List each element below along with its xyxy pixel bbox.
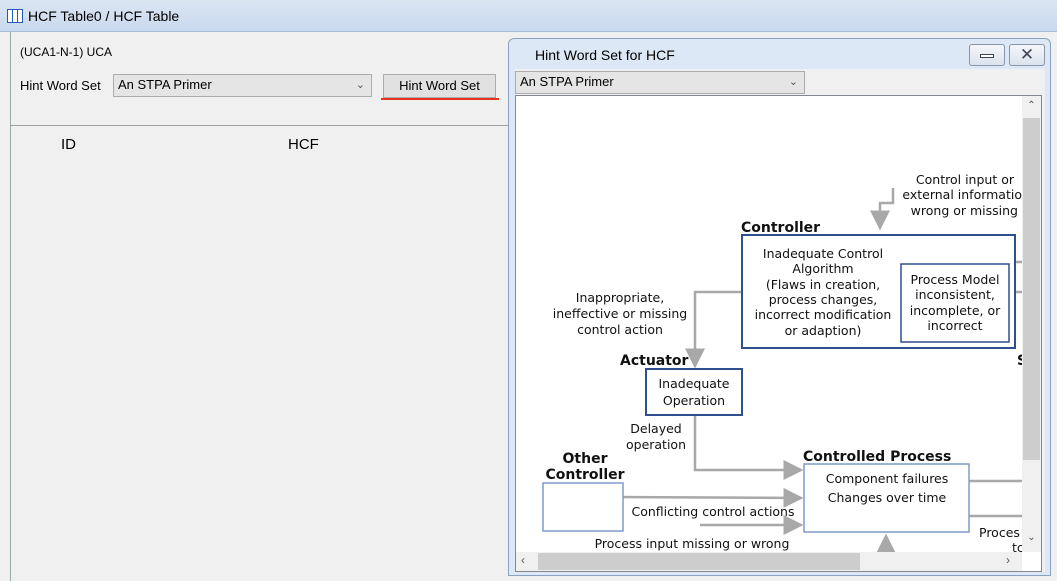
- other-controller-title: Other: [563, 451, 608, 467]
- diagram-text: Inadequate: [658, 376, 729, 391]
- table-icon: [7, 9, 23, 23]
- actuator-title: Actuator: [620, 353, 689, 369]
- hcf-table: ID HCF: [10, 125, 510, 581]
- minimize-button[interactable]: [969, 44, 1005, 66]
- chevron-down-icon: ⌄: [788, 76, 798, 88]
- dialog-hint-set-select[interactable]: An STPA Primer ⌄: [515, 71, 805, 94]
- scroll-up-icon[interactable]: ⌃: [1022, 96, 1041, 118]
- hint-word-set-value: An STPA Primer: [118, 77, 212, 92]
- close-button[interactable]: ✕: [1009, 44, 1045, 66]
- diagram-text: or adaption): [785, 323, 862, 338]
- diagram-text: external informatio: [902, 187, 1022, 202]
- column-header-id[interactable]: ID: [61, 136, 76, 153]
- minimize-icon: [980, 54, 994, 58]
- scroll-left-icon[interactable]: ‹: [521, 553, 525, 567]
- scroll-thumb[interactable]: [1023, 118, 1040, 460]
- arrow: [870, 188, 895, 231]
- chevron-down-icon: ⌄: [355, 79, 365, 91]
- hint-word-set-label: Hint Word Set: [20, 78, 101, 93]
- diagram-text: operation: [626, 437, 686, 452]
- diagram-text: Delayed: [630, 421, 681, 436]
- controller-title: Controller: [741, 220, 820, 236]
- diagram-text: process changes,: [769, 292, 878, 307]
- controlled-process-title: Controlled Process: [803, 449, 951, 465]
- diagram-text: ineffective or missing: [553, 306, 687, 321]
- diagram-text: Process input missing or wrong: [595, 536, 790, 551]
- vertical-scrollbar[interactable]: ⌃ ⌄: [1022, 96, 1041, 552]
- diagram-text: Algorithm: [792, 261, 853, 276]
- close-icon: ✕: [1019, 45, 1035, 64]
- diagram-text: Inadequate Control: [763, 246, 883, 261]
- window-title: HCF Table0 / HCF Table: [28, 8, 180, 24]
- column-header-hcf[interactable]: HCF: [288, 136, 319, 153]
- diagram-text: Component failures: [826, 471, 949, 486]
- diagram-text: (Flaws in creation,: [766, 277, 880, 292]
- diagram-text: inconsistent,: [915, 287, 995, 302]
- window-titlebar: HCF Table0 / HCF Table: [0, 0, 1057, 32]
- dialog-hint-set-value: An STPA Primer: [520, 74, 614, 89]
- other-controller-title: Controller: [545, 467, 624, 483]
- arrow: [693, 415, 804, 480]
- arrow: [685, 290, 742, 369]
- active-underline: [381, 98, 499, 100]
- diagram-text: incorrect: [927, 318, 982, 333]
- diagram-text: Process Model: [911, 272, 1000, 287]
- arrow: [622, 487, 804, 508]
- diagram-text: control action: [577, 322, 663, 337]
- diagram-text: Inappropriate,: [576, 290, 664, 305]
- diagram-text: tc: [1012, 540, 1022, 552]
- diagram-text: wrong or missing: [911, 203, 1018, 218]
- stpa-diagram: Control input or external informatio wro…: [542, 172, 1022, 552]
- diagram-text: Conflicting control actions: [631, 504, 794, 519]
- diagram-viewport: Control input or external informatio wro…: [515, 95, 1042, 572]
- hint-word-set-button[interactable]: Hint Word Set: [383, 74, 496, 98]
- diagram-text: incomplete, or: [910, 303, 1001, 318]
- horizontal-scrollbar[interactable]: ‹ ›: [516, 552, 1022, 571]
- diagram-text: Operation: [663, 393, 725, 408]
- diagram-text: Proces: [979, 525, 1020, 540]
- uca-label: (UCA1-N-1) UCA: [20, 45, 113, 59]
- scroll-down-icon[interactable]: ⌄: [1022, 532, 1041, 543]
- diagram-text: Changes over time: [828, 490, 947, 505]
- scroll-thumb[interactable]: [538, 553, 860, 570]
- dialog-title: Hint Word Set for HCF: [535, 47, 675, 63]
- hint-word-set-select[interactable]: An STPA Primer ⌄: [113, 74, 372, 97]
- diagram-text: incorrect modification: [755, 307, 892, 322]
- other-controller-box: [542, 482, 624, 532]
- diagram-text: Control input or: [916, 172, 1015, 187]
- scroll-right-icon[interactable]: ›: [1006, 553, 1010, 567]
